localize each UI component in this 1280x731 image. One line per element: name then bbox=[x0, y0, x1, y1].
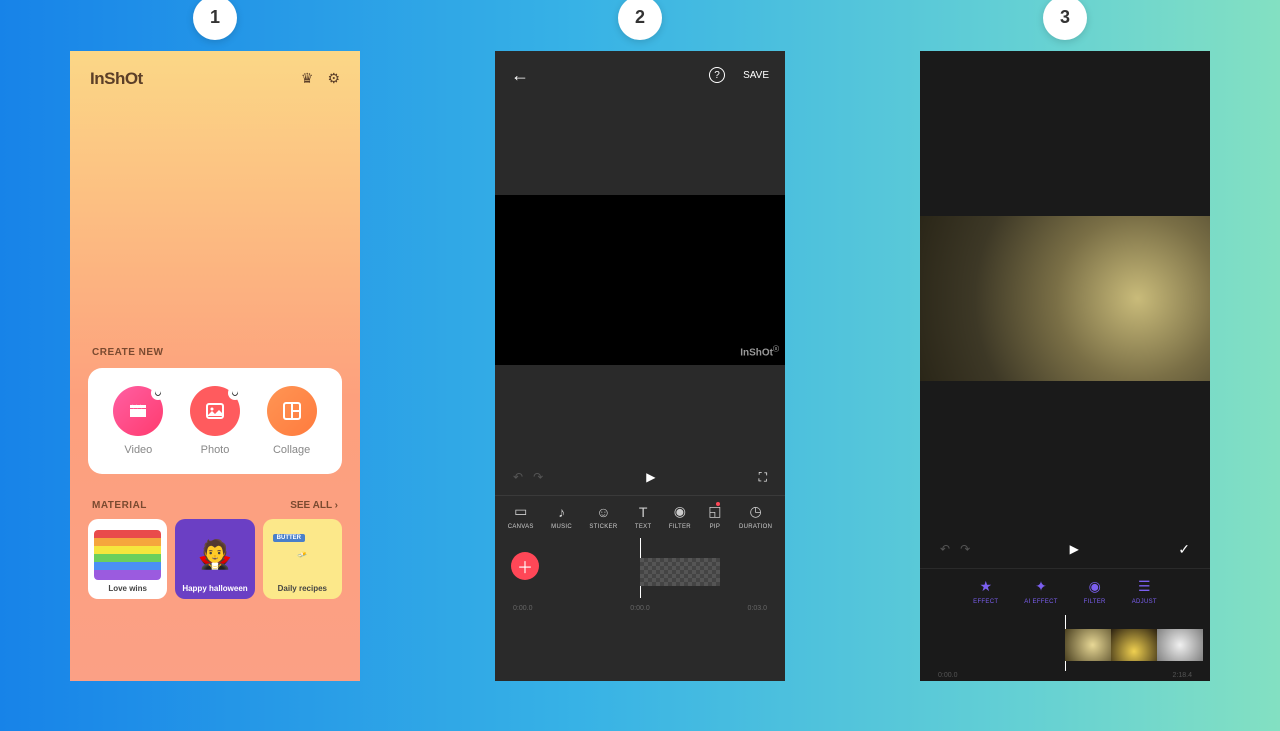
timeline-clip[interactable] bbox=[640, 558, 720, 586]
tab-adjust[interactable]: ☰ADJUST bbox=[1132, 579, 1157, 605]
create-video-button[interactable]: Video bbox=[113, 386, 163, 456]
time-current: 0:00.0 bbox=[630, 605, 649, 612]
screen-filter: ↶ ↷ ▶ ✓ ★EFFECT ✦AI EFFECT ◉FILTER ☰ADJU… bbox=[920, 51, 1210, 681]
timeline-clip[interactable] bbox=[1065, 629, 1203, 661]
material-card-love-wins[interactable]: Love wins bbox=[88, 519, 167, 599]
timeline[interactable]: ＋ 0:00.0 0:00.0 0:03.0 bbox=[495, 538, 785, 616]
play-icon[interactable]: ▶ bbox=[646, 470, 655, 484]
material-card-recipes[interactable]: 🧈 Daily recipes bbox=[263, 519, 342, 599]
text-icon: T bbox=[639, 504, 648, 520]
tab-ai-effect[interactable]: ✦AI EFFECT bbox=[1024, 579, 1057, 605]
add-clip-button[interactable]: ＋ bbox=[511, 552, 539, 580]
butter-thumbnail: 🧈 bbox=[269, 530, 336, 580]
help-icon[interactable]: ? bbox=[709, 67, 725, 83]
duration-icon: ◷ bbox=[749, 504, 761, 520]
tool-filter[interactable]: ◉FILTER bbox=[669, 504, 691, 530]
tab-filter[interactable]: ◉FILTER bbox=[1084, 579, 1106, 605]
material-label: MATERIAL bbox=[92, 500, 147, 511]
create-new-label: CREATE NEW bbox=[70, 347, 360, 358]
collage-icon bbox=[267, 386, 317, 436]
history-badge-icon bbox=[228, 386, 242, 400]
redo-icon[interactable]: ↷ bbox=[533, 470, 543, 484]
tool-music[interactable]: ♪MUSIC bbox=[551, 504, 572, 530]
time-end: 2:18.4 bbox=[1173, 672, 1192, 679]
gear-icon[interactable]: ⚙ bbox=[327, 70, 340, 87]
save-button[interactable]: SAVE bbox=[743, 70, 769, 81]
confirm-icon[interactable]: ✓ bbox=[1178, 541, 1190, 558]
redo-icon[interactable]: ↷ bbox=[960, 542, 970, 556]
step-badge-2: 2 bbox=[618, 0, 662, 40]
time-end: 0:03.0 bbox=[748, 605, 767, 612]
time-start: 0:00.0 bbox=[938, 672, 957, 679]
tool-sticker[interactable]: ☺STICKER bbox=[589, 504, 617, 530]
tool-text[interactable]: TTEXT bbox=[635, 504, 652, 530]
new-dot-icon bbox=[716, 502, 720, 506]
video-preview[interactable] bbox=[920, 216, 1210, 381]
tab-effect[interactable]: ★EFFECT bbox=[973, 579, 998, 605]
clip-thumbnail bbox=[1157, 629, 1203, 661]
tool-pip[interactable]: ◱PIP bbox=[708, 504, 721, 530]
create-video-label: Video bbox=[124, 444, 152, 456]
filter-icon: ◉ bbox=[674, 504, 686, 520]
create-collage-label: Collage bbox=[273, 444, 310, 456]
sticker-icon: ☺ bbox=[596, 504, 610, 520]
toolbar: ▭CANVAS ♪MUSIC ☺STICKER TTEXT ◉FILTER ◱P… bbox=[495, 495, 785, 538]
clip-thumbnail bbox=[1111, 629, 1157, 661]
back-icon[interactable]: ← bbox=[511, 65, 529, 86]
clapper-icon bbox=[113, 386, 163, 436]
screen-home: InShOt ♛ ⚙ CREATE NEW Video Photo bbox=[70, 51, 360, 681]
sparkle-icon: ✦ bbox=[1035, 579, 1047, 595]
undo-icon[interactable]: ↶ bbox=[940, 542, 950, 556]
undo-icon[interactable]: ↶ bbox=[513, 470, 523, 484]
app-logo: InShOt bbox=[90, 69, 143, 89]
step-badge-3: 3 bbox=[1043, 0, 1087, 40]
tool-duration[interactable]: ◷DURATION bbox=[739, 504, 772, 530]
play-icon[interactable]: ▶ bbox=[1070, 542, 1079, 556]
see-all-button[interactable]: SEE ALL › bbox=[290, 500, 338, 511]
tool-canvas[interactable]: ▭CANVAS bbox=[508, 504, 534, 530]
create-photo-label: Photo bbox=[201, 444, 230, 456]
step-badge-1: 1 bbox=[193, 0, 237, 40]
filter-tabs: ★EFFECT ✦AI EFFECT ◉FILTER ☰ADJUST bbox=[920, 568, 1210, 615]
crown-icon[interactable]: ♛ bbox=[301, 70, 314, 87]
fullscreen-icon[interactable]: ⛶ bbox=[759, 470, 767, 485]
screen-editor: ← ? SAVE InShOtⓧ ↶ ↷ ▶ ⛶ ▭CANVAS ♪MUSIC … bbox=[495, 51, 785, 681]
filter-icon: ◉ bbox=[1089, 579, 1101, 595]
create-photo-button[interactable]: Photo bbox=[190, 386, 240, 456]
pip-icon: ◱ bbox=[708, 504, 721, 520]
star-icon: ★ bbox=[979, 579, 992, 595]
time-start: 0:00.0 bbox=[513, 605, 532, 612]
create-collage-button[interactable]: Collage bbox=[267, 386, 317, 456]
video-preview[interactable]: InShOtⓧ bbox=[495, 195, 785, 365]
history-badge-icon bbox=[151, 386, 165, 400]
material-card-halloween[interactable]: 🧛 Happy halloween bbox=[175, 519, 254, 599]
material-label: Happy halloween bbox=[182, 584, 247, 593]
clip-thumbnail bbox=[1065, 629, 1111, 661]
vampire-thumbnail: 🧛 bbox=[181, 530, 248, 580]
timeline[interactable]: 0:00.0 2:18.4 bbox=[920, 615, 1210, 681]
image-icon bbox=[190, 386, 240, 436]
music-icon: ♪ bbox=[558, 504, 565, 520]
material-label: Love wins bbox=[108, 584, 147, 593]
create-card: Video Photo Collage bbox=[88, 368, 342, 474]
canvas-icon: ▭ bbox=[514, 504, 527, 520]
rainbow-thumbnail bbox=[94, 530, 161, 580]
adjust-icon: ☰ bbox=[1138, 579, 1151, 595]
watermark[interactable]: InShOtⓧ bbox=[740, 344, 779, 358]
material-label: Daily recipes bbox=[278, 584, 327, 593]
